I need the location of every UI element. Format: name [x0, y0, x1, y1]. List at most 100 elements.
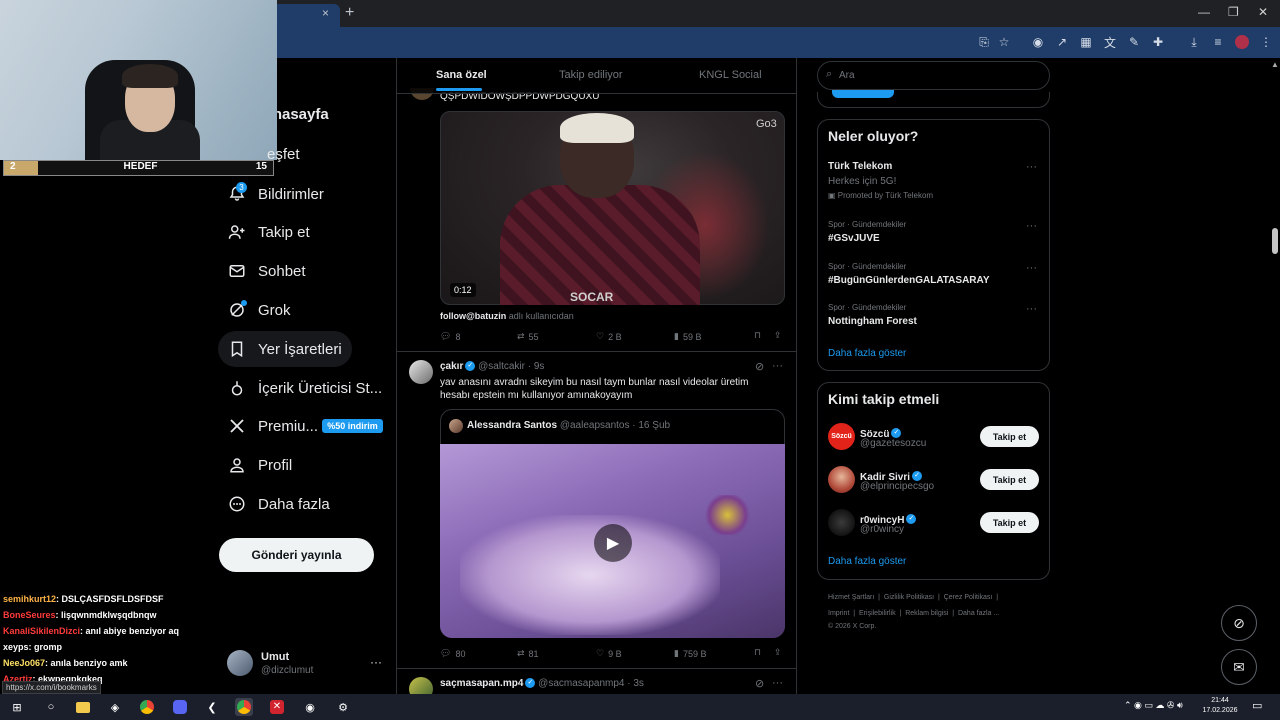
install-app-icon[interactable]: ⎘ — [976, 34, 992, 50]
discord-icon[interactable] — [171, 698, 189, 716]
post-author-handle[interactable]: @sacmasapanmp4 — [538, 678, 624, 689]
nav-creator-studio[interactable]: İçerik Üreticisi St... — [218, 370, 382, 406]
chat-username[interactable]: xeyps — [3, 642, 29, 652]
tab-close-icon[interactable]: × — [322, 6, 329, 20]
scrollbar[interactable] — [1270, 58, 1280, 700]
post-author-name[interactable]: saçmasapan.mp4 — [440, 678, 523, 689]
tab-following[interactable]: Takip ediliyor — [559, 69, 623, 81]
footer-link[interactable]: Reklam bilgisi — [905, 610, 948, 617]
extensions-puzzle-icon[interactable]: ✚ — [1150, 34, 1166, 50]
reading-list-icon[interactable]: ≡ — [1210, 34, 1226, 50]
search-taskbar-icon[interactable]: ○ — [42, 698, 60, 716]
post-button[interactable]: Gönderi yayınla — [219, 538, 374, 572]
follow-button[interactable]: Takip et — [980, 469, 1039, 490]
trend-name[interactable]: Nottingham Forest — [828, 316, 917, 327]
trend-name[interactable]: #GSvJUVE — [828, 233, 880, 244]
download-icon[interactable]: ⤓ — [1186, 34, 1202, 50]
nav-bookmarks[interactable]: Yer İşaretleri — [218, 331, 352, 367]
trend-more-icon[interactable]: ··· — [1026, 220, 1037, 232]
follow-show-more[interactable]: Daha fazla göster — [828, 556, 906, 567]
chat-username[interactable]: KanaliSikilenDizci — [3, 626, 80, 636]
post-time[interactable]: · 3s — [627, 678, 644, 689]
extension-icon[interactable]: ↗ — [1054, 34, 1070, 50]
grok-post-icon[interactable]: ⊘ — [755, 360, 764, 373]
share-button[interactable]: ⇪ — [774, 647, 782, 658]
footer-link[interactable]: Gizlilik Politikası — [884, 594, 934, 601]
premium-panel-button[interactable] — [832, 90, 894, 98]
chat-username[interactable]: semihkurt12 — [3, 594, 56, 604]
trend-more-icon[interactable]: ··· — [1026, 262, 1037, 274]
trend-name[interactable]: #BugünGünlerdenGALATASARAY — [828, 275, 989, 286]
nav-more[interactable]: Daha fazla — [218, 486, 330, 522]
grok-fab-icon[interactable]: ⊘ — [1221, 605, 1257, 641]
account-avatar[interactable] — [227, 650, 253, 676]
new-tab-button[interactable]: + — [345, 4, 354, 22]
reply-button[interactable]: 💬︎ 8 — [440, 331, 460, 342]
browser-tab[interactable] — [270, 4, 340, 27]
file-explorer-icon[interactable] — [74, 698, 92, 716]
reply-button[interactable]: 💬︎ 80 — [440, 648, 465, 659]
chat-username[interactable]: NeeJo067 — [3, 658, 45, 668]
bookmark-post-button[interactable]: ⊓ — [754, 330, 761, 341]
promo-name[interactable]: Türk Telekom — [828, 161, 892, 172]
browser-menu-icon[interactable]: ⋮ — [1258, 34, 1274, 50]
like-button[interactable]: ♡ 9 B — [596, 648, 622, 659]
post-author-name[interactable]: çakır — [440, 361, 463, 372]
post-author-handle[interactable]: @saltcakir — [478, 361, 525, 372]
views-button[interactable]: ▮ 59 B — [674, 331, 701, 342]
obs-icon[interactable]: ◉ — [301, 698, 319, 716]
suggestion-avatar[interactable]: Sözcü — [828, 423, 855, 450]
clock[interactable]: 21:44 17.02.2026 — [1200, 696, 1240, 716]
extension-icon[interactable]: ✎ — [1126, 34, 1142, 50]
repost-button[interactable]: ⇄ 81 — [517, 648, 539, 659]
footer-link[interactable]: Daha fazla ... — [958, 610, 999, 617]
nav-profile[interactable]: Profil — [218, 447, 292, 483]
app-icon[interactable]: ◈ — [106, 698, 124, 716]
trend-more-icon[interactable]: ··· — [1026, 303, 1037, 315]
share-button[interactable]: ⇪ — [774, 330, 782, 341]
follow-button[interactable]: Takip et — [980, 512, 1039, 533]
suggestion-handle[interactable]: @r0wincy — [860, 524, 904, 535]
grok-post-icon[interactable]: ⊘ — [755, 677, 764, 690]
bookmark-post-button[interactable]: ⊓ — [754, 647, 761, 658]
footer-link[interactable]: Çerez Politikası — [944, 594, 993, 601]
bookmark-star-icon[interactable]: ☆ — [996, 34, 1012, 50]
scrollbar-thumb[interactable] — [1272, 228, 1278, 254]
account-handle[interactable]: @dizclumut — [261, 665, 313, 676]
play-icon[interactable]: ▶ — [594, 524, 632, 562]
suggestion-avatar[interactable] — [828, 466, 855, 493]
nav-notifications[interactable]: Bildirimler — [218, 176, 324, 212]
post-time[interactable]: · 9s — [528, 361, 545, 372]
post-avatar[interactable] — [409, 360, 433, 384]
attribution-user[interactable]: follow@batuzin — [440, 311, 506, 321]
nav-chat[interactable]: Sohbet — [218, 253, 306, 289]
footer-link[interactable]: Hizmet Şartları — [828, 594, 874, 601]
post-more-icon[interactable]: ··· — [772, 360, 783, 372]
tray-icons[interactable]: ⌃ ◉ ▭ ☁ ✇ 🔊︎ — [1124, 700, 1183, 711]
footer-link[interactable]: Imprint — [828, 610, 849, 617]
chrome-icon[interactable] — [138, 698, 156, 716]
extension-icon[interactable]: ▦ — [1078, 34, 1094, 50]
chat-username[interactable]: BoneSeures — [3, 610, 56, 620]
minimize-button[interactable]: — — [1198, 5, 1210, 19]
nav-premium[interactable]: Premiu... — [218, 408, 318, 444]
notification-center-icon[interactable]: ▭ — [1252, 699, 1262, 712]
windows-start-icon[interactable]: ⊞ — [8, 698, 26, 716]
trends-show-more[interactable]: Daha fazla göster — [828, 348, 906, 359]
suggestion-handle[interactable]: @gazetesozcu — [860, 438, 926, 449]
trend-more-icon[interactable]: ··· — [1026, 161, 1037, 173]
tab-for-you[interactable]: Sana özel — [436, 69, 487, 81]
extension-icon[interactable]: ◉ — [1030, 34, 1046, 50]
x-app-icon[interactable]: ✕ — [268, 698, 286, 716]
suggestion-handle[interactable]: @elprincipecsgo — [860, 481, 934, 492]
nav-grok[interactable]: Grok — [218, 292, 291, 328]
scroll-up-icon[interactable]: ▲ — [1271, 60, 1279, 69]
restore-button[interactable]: ❐ — [1228, 5, 1239, 19]
views-button[interactable]: ▮ 759 B — [674, 648, 706, 659]
follow-button[interactable]: Takip et — [980, 426, 1039, 447]
repost-button[interactable]: ⇄ 55 — [517, 331, 539, 342]
chrome-active-icon[interactable] — [235, 698, 253, 716]
nav-follow[interactable]: Takip et — [218, 214, 310, 250]
account-name[interactable]: Umut — [261, 651, 289, 663]
close-window-button[interactable]: ✕ — [1258, 5, 1268, 19]
